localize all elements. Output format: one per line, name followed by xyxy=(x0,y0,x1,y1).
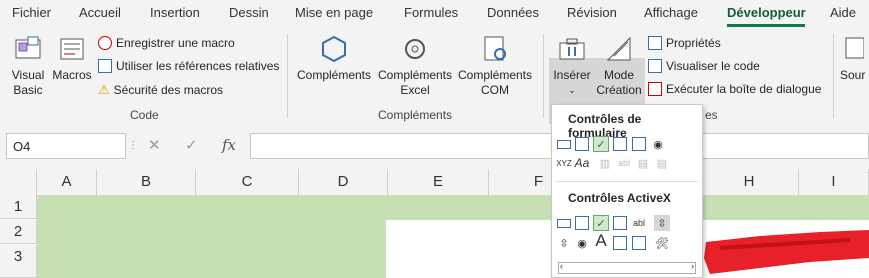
column-header-c[interactable]: C xyxy=(196,169,299,195)
gear-icon xyxy=(405,39,425,59)
tab-affichage[interactable]: Affichage xyxy=(644,5,698,20)
macros-icon xyxy=(60,38,84,60)
tab-aide[interactable]: Aide xyxy=(830,5,856,20)
tab-insertion[interactable]: Insertion xyxy=(150,5,200,20)
tab-donnees[interactable]: Données xyxy=(487,5,539,20)
row-header-1[interactable]: 1 xyxy=(0,195,37,219)
activex-image-icon[interactable] xyxy=(612,235,628,251)
group-separator xyxy=(833,34,834,118)
activex-controls-title: Contrôles ActiveX xyxy=(568,191,671,205)
name-box[interactable]: O4 xyxy=(6,133,126,159)
toolbox-icon xyxy=(559,38,585,60)
formula-buttons: ✕ ✓ fx xyxy=(140,133,248,159)
tab-fichier[interactable]: Fichier xyxy=(12,5,51,20)
activex-button-icon[interactable] xyxy=(556,215,572,231)
macro-security-button[interactable]: ⚠ Sécurité des macros xyxy=(98,82,223,98)
activex-checkbox-icon[interactable]: ✓ xyxy=(593,215,609,231)
cancel-icon[interactable]: ✕ xyxy=(148,136,161,154)
hexagon-icon xyxy=(322,35,346,63)
dropdown-divider xyxy=(556,181,698,182)
source-icon xyxy=(845,37,865,59)
group-separator xyxy=(543,34,544,118)
tab-mise-en-page[interactable]: Mise en page xyxy=(295,5,373,20)
column-header-b[interactable]: B xyxy=(97,169,196,195)
combo-dropdown-icon[interactable]: ▤ xyxy=(654,155,670,171)
properties-button[interactable]: Propriétés xyxy=(648,36,721,50)
more-options-icon[interactable]: ⋮ xyxy=(128,140,138,151)
complements-button[interactable]: Compléments xyxy=(294,34,374,83)
column-header-h[interactable]: H xyxy=(700,169,799,195)
scroll-left-icon[interactable]: ‹ xyxy=(560,261,563,271)
activex-toggle-icon[interactable] xyxy=(631,235,647,251)
macros-button[interactable]: Macros xyxy=(52,34,92,83)
view-code-button[interactable]: Visualiser le code xyxy=(648,59,760,73)
spin-button-icon[interactable] xyxy=(612,136,628,152)
label-control-icon[interactable]: Aa xyxy=(574,155,590,171)
tab-dessin[interactable]: Dessin xyxy=(229,5,269,20)
visual-basic-icon xyxy=(15,36,41,59)
chevron-down-icon: ⌄ xyxy=(568,85,576,95)
tab-formules[interactable]: Formules xyxy=(404,5,458,20)
addins-group-label: Compléments xyxy=(378,108,453,122)
com-complements-button[interactable]: Compléments COM xyxy=(456,34,534,98)
record-macro-button[interactable]: Enregistrer une macro xyxy=(98,36,235,50)
tab-revision[interactable]: Révision xyxy=(567,5,617,20)
column-header-a[interactable]: A xyxy=(37,169,97,195)
relative-references-button[interactable]: Utiliser les références relatives xyxy=(98,59,279,73)
scroll-right-icon[interactable]: › xyxy=(691,261,694,271)
activex-option-icon[interactable]: ◉ xyxy=(574,235,590,251)
scroll-bar-icon[interactable]: ▥ xyxy=(597,155,613,171)
ribbon-tab-bar: Fichier Accueil Insertion Dessin Mise en… xyxy=(0,0,869,28)
activex-label-icon[interactable]: A xyxy=(593,231,609,250)
dropdown-scrollbar[interactable]: ‹ › xyxy=(558,261,696,274)
source-button[interactable]: Sour xyxy=(840,34,869,83)
insert-function-button[interactable]: fx xyxy=(222,136,236,154)
view-code-icon xyxy=(648,59,662,73)
row-header-2[interactable]: 2 xyxy=(0,220,37,244)
run-dialog-icon xyxy=(648,82,662,96)
grid-icon xyxy=(98,59,112,73)
insert-controls-button[interactable]: Insérer ⌄ xyxy=(551,34,593,98)
design-mode-button[interactable]: Mode Création xyxy=(596,34,642,98)
design-mode-icon xyxy=(606,36,631,61)
check-icon[interactable]: ✓ xyxy=(185,136,198,154)
column-header-i[interactable]: I xyxy=(799,169,869,195)
excel-complements-button[interactable]: Compléments Excel xyxy=(375,34,455,98)
combo-list-icon[interactable]: ▤ xyxy=(635,155,651,171)
red-scribble-mark xyxy=(704,230,869,274)
code-group-label: Code xyxy=(130,108,159,122)
tab-developpeur[interactable]: Développeur xyxy=(727,5,806,20)
activex-list-icon[interactable] xyxy=(612,215,628,231)
activex-textbox-icon[interactable]: abl xyxy=(631,215,647,231)
com-addin-icon xyxy=(484,36,506,61)
activex-combo-icon[interactable] xyxy=(574,215,590,231)
active-tab-indicator xyxy=(727,24,805,27)
column-header-d[interactable]: D xyxy=(299,169,388,195)
column-header-e[interactable]: E xyxy=(388,169,489,195)
combo-box-icon[interactable] xyxy=(574,136,590,152)
row-header-3[interactable]: 3 xyxy=(0,245,37,278)
list-box-icon[interactable] xyxy=(631,136,647,152)
properties-icon xyxy=(648,36,662,50)
checkbox-control-icon[interactable]: ✓ xyxy=(593,136,609,152)
run-dialog-button[interactable]: Exécuter la boîte de dialogue xyxy=(648,82,821,96)
activex-scrollbar-icon[interactable]: ⇳ xyxy=(654,215,670,231)
more-controls-icon[interactable]: 🛠 xyxy=(654,235,670,251)
text-field-icon[interactable]: abl xyxy=(616,155,632,171)
tab-accueil[interactable]: Accueil xyxy=(79,5,121,20)
insert-controls-dropdown: Contrôles de formulaire ✓ ◉ XYZ Aa ▥ abl… xyxy=(551,104,703,278)
select-all-corner[interactable] xyxy=(0,169,37,195)
option-button-icon[interactable]: ◉ xyxy=(650,136,666,152)
controls-group-label: es xyxy=(705,108,718,122)
group-separator xyxy=(287,34,288,118)
group-box-icon[interactable]: XYZ xyxy=(556,155,572,171)
ribbon: Visual Basic Macros Enregistrer une macr… xyxy=(0,28,869,128)
button-control-icon[interactable] xyxy=(556,136,572,152)
record-icon xyxy=(98,36,112,50)
visual-basic-button[interactable]: Visual Basic xyxy=(6,34,50,98)
activex-spin-icon[interactable]: ⇳ xyxy=(556,235,572,251)
column-headers: A B C D E F H I xyxy=(0,169,869,196)
warning-icon: ⚠ xyxy=(98,82,110,97)
